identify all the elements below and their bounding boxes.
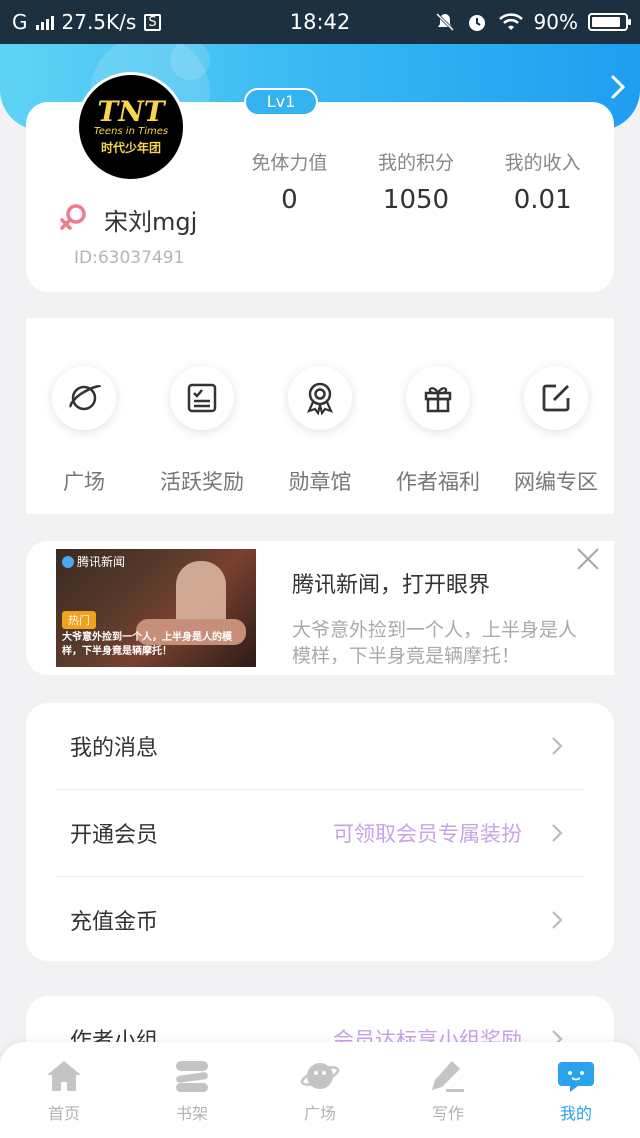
menu-row-label: 我的消息 <box>70 736 159 761</box>
avatar-logo-text: TNT <box>97 95 165 128</box>
user-id: ID:63037491 <box>74 248 185 268</box>
tab-mine[interactable]: 我的 <box>512 1042 640 1138</box>
stat-income[interactable]: 我的收入 0.01 <box>479 148 606 215</box>
quick-action-label: 广场 <box>63 470 105 494</box>
bottom-tab-bar: 首页 书架 广场 写作 我的 <box>0 1042 640 1138</box>
ad-thumbnail[interactable]: 腾讯新闻 热门 大爷意外捡到一个人，上半身是人的模样，下半身竟是辆摩托！ <box>56 549 256 667</box>
chevron-right-icon <box>552 824 563 842</box>
status-bar: G 27.5K/s S 18:42 90% <box>0 0 640 44</box>
menu-row-label: 开通会员 <box>70 823 159 848</box>
gift-icon <box>406 366 470 430</box>
news-ad-card[interactable]: 腾讯新闻 热门 大爷意外捡到一个人，上半身是人的模样，下半身竟是辆摩托！ 腾讯新… <box>26 541 614 675</box>
ad-description-line: 大爷意外捡到一个人，上半身是人 <box>292 619 578 641</box>
tab-label: 首页 <box>47 1104 80 1123</box>
hot-tag: 热门 <box>62 611 96 629</box>
settings-menu-card: 我的消息 开通会员 可领取会员专属装扮 充值金币 <box>26 703 614 961</box>
stat-value: 0 <box>281 185 298 215</box>
quick-action-editor-zone[interactable]: 网编专区 <box>496 366 616 496</box>
planet-icon <box>300 1063 340 1089</box>
menu-row-my-messages[interactable]: 我的消息 <box>26 703 614 789</box>
chat-face-icon <box>558 1062 594 1092</box>
level-badge[interactable]: Lv1 <box>244 88 318 116</box>
stat-stamina[interactable]: 免体力值 0 <box>226 148 353 215</box>
stat-points[interactable]: 我的积分 1050 <box>353 148 480 215</box>
stat-label: 我的收入 <box>504 152 581 174</box>
menu-row-recharge-coins[interactable]: 充值金币 <box>26 877 614 963</box>
tencent-news-logo-icon <box>62 555 74 568</box>
quick-action-author-benefits[interactable]: 作者福利 <box>378 366 498 496</box>
stat-label: 我的积分 <box>378 152 455 174</box>
planet-icon <box>52 366 116 430</box>
ad-description: 大爷意外捡到一个人，上半身是人 模样，下半身竟是辆摩托！ <box>292 617 614 669</box>
bookshelf-icon <box>176 1061 208 1092</box>
quick-action-label: 活跃奖励 <box>160 470 244 494</box>
menu-row-label: 充值金币 <box>70 910 159 935</box>
quick-action-label: 网编专区 <box>514 470 598 494</box>
close-icon[interactable] <box>574 545 602 573</box>
ad-source-text: 腾讯新闻 <box>77 555 126 569</box>
battery-icon <box>588 13 631 31</box>
tab-label: 书架 <box>175 1104 208 1123</box>
ad-title: 腾讯新闻，打开眼界 <box>292 573 491 598</box>
quick-actions-panel: 广场 活跃奖励 勋章馆 作者福利 网编专区 <box>26 318 614 514</box>
quick-action-square[interactable]: 广场 <box>24 366 144 496</box>
user-stats: 免体力值 0 我的积分 1050 我的收入 0.01 <box>226 148 606 215</box>
battery-fill <box>592 17 621 27</box>
menu-row-open-membership[interactable]: 开通会员 可领取会员专属装扮 <box>26 790 614 876</box>
ad-source-label: 腾讯新闻 <box>62 553 125 570</box>
tab-square[interactable]: 广场 <box>256 1042 384 1138</box>
pen-icon <box>432 1061 464 1092</box>
username: 宋刘mgj <box>104 208 198 236</box>
avatar-cn-text: 时代少年团 <box>100 141 161 155</box>
ad-thumbnail-caption: 大爷意外捡到一个人，上半身是人的模样，下半身竟是辆摩托！ <box>62 632 232 657</box>
ad-description-line: 模样，下半身竟是辆摩托！ <box>292 645 521 667</box>
tab-label: 我的 <box>559 1104 592 1123</box>
tab-home[interactable]: 首页 <box>0 1042 128 1138</box>
avatar-sub-text: Teens in Times <box>93 126 169 137</box>
chevron-right-icon <box>552 911 563 929</box>
clock: 18:42 <box>289 10 351 34</box>
quick-action-activity-reward[interactable]: 活跃奖励 <box>142 366 262 496</box>
header-bubble <box>170 40 210 80</box>
stat-value: 1050 <box>382 185 450 215</box>
tab-label: 写作 <box>431 1104 464 1123</box>
quick-action-medal-hall[interactable]: 勋章馆 <box>260 366 380 496</box>
tab-write[interactable]: 写作 <box>384 1042 512 1138</box>
medal-icon <box>288 366 352 430</box>
home-icon <box>47 1061 81 1091</box>
menu-row-hint: 可领取会员专属装扮 <box>333 822 522 846</box>
checklist-icon <box>170 366 234 430</box>
tab-label: 广场 <box>303 1104 336 1123</box>
profile-card: TNT Teens in Times 时代少年团 Lv1 宋刘mgj ID:63… <box>26 72 614 292</box>
tab-bookshelf[interactable]: 书架 <box>128 1042 256 1138</box>
quick-action-label: 作者福利 <box>396 470 480 494</box>
edit-icon <box>524 366 588 430</box>
avatar[interactable]: TNT Teens in Times 时代少年团 <box>76 72 186 182</box>
quick-action-label: 勋章馆 <box>288 470 352 494</box>
chevron-right-icon <box>552 737 563 755</box>
stat-value: 0.01 <box>513 185 572 215</box>
female-gender-icon <box>60 204 86 230</box>
stat-label: 免体力值 <box>251 152 328 174</box>
